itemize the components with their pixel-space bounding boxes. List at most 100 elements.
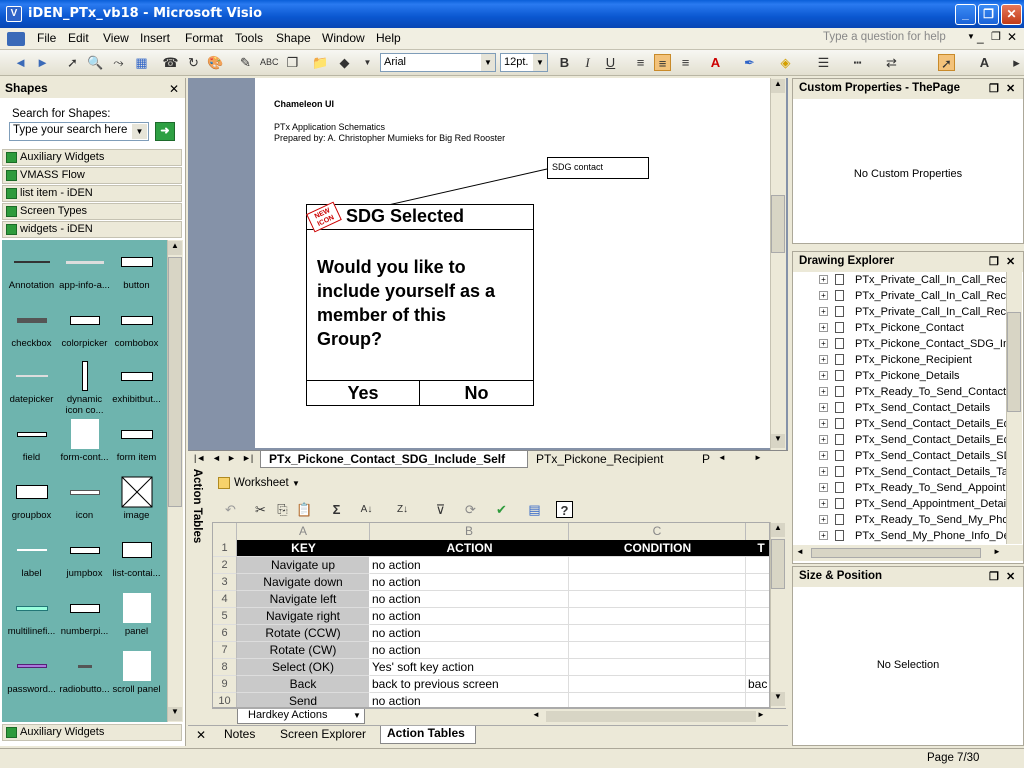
cut-icon[interactable]: ✂ (252, 501, 269, 518)
explorer-item[interactable]: + PTx_Ready_To_Send_My_Phor (793, 512, 1007, 528)
expand-icon[interactable]: + (819, 403, 828, 412)
row-number[interactable]: 3 (213, 574, 237, 591)
target-cell[interactable] (746, 659, 769, 676)
visio-app-icon[interactable]: V (6, 6, 22, 22)
stencil-icon[interactable]: 📁 (312, 54, 329, 71)
stencil-auxiliary-widgets-bottom[interactable]: Auxiliary Widgets (2, 724, 182, 741)
expand-icon[interactable]: + (819, 371, 828, 380)
target-cell[interactable] (746, 557, 769, 574)
sheet-hscroll-right-icon[interactable]: ► (757, 710, 765, 719)
col-header-c[interactable]: C (569, 523, 746, 540)
target-cell[interactable] (746, 642, 769, 659)
help-icon[interactable]: ? (556, 501, 573, 518)
align-right-icon[interactable]: ≡ (677, 54, 694, 71)
font-select[interactable]: Arial ▼ (380, 53, 496, 72)
target-cell[interactable] (746, 591, 769, 608)
key-cell[interactable]: Rotate (CCW) (237, 625, 370, 642)
shape-datepicker[interactable]: datepicker (4, 358, 59, 405)
text-tool-icon[interactable]: ▦ (133, 54, 150, 71)
shape-annotation[interactable]: Annotation (4, 244, 59, 291)
expand-icon[interactable]: + (819, 467, 828, 476)
sort-desc-icon[interactable]: Z↓ (394, 501, 411, 518)
menu-format[interactable]: Format (185, 31, 223, 45)
custom-close-icon[interactable]: ✕ (1006, 82, 1015, 95)
shape-list-container[interactable]: list-contai... (109, 532, 164, 579)
shape-password[interactable]: password... (4, 648, 59, 695)
action-cell[interactable]: no action (370, 642, 569, 659)
doc-close-icon[interactable]: ✕ (1007, 30, 1017, 44)
custom-restore-icon[interactable]: ❐ (989, 82, 999, 95)
worksheet-dropdown-icon[interactable]: ▼ (292, 479, 300, 488)
target-cell[interactable] (746, 608, 769, 625)
shape-groupbox[interactable]: groupbox (4, 474, 59, 521)
field-list-icon[interactable]: ▤ (526, 501, 543, 518)
line-tool-icon[interactable]: ✎ (237, 54, 254, 71)
search-dropdown-icon[interactable]: ▼ (132, 124, 147, 139)
expand-icon[interactable]: + (819, 323, 828, 332)
expand-icon[interactable]: + (819, 499, 828, 508)
row-number[interactable]: 5 (213, 608, 237, 625)
explorer-item[interactable]: + PTx_Pickone_Recipient (793, 352, 1007, 368)
key-cell[interactable]: Back (237, 676, 370, 693)
shape-jumpbox[interactable]: jumpbox (57, 532, 112, 579)
canvas-scroll-up-icon[interactable]: ▲ (771, 79, 785, 93)
yes-softkey[interactable]: Yes (307, 380, 420, 406)
column-header[interactable]: CONDITION (569, 540, 746, 557)
size-dropdown-icon[interactable]: ▼ (533, 54, 547, 71)
action-cell[interactable]: no action (370, 608, 569, 625)
expand-icon[interactable]: + (819, 355, 828, 364)
explorer-item[interactable]: + PTx_Private_Call_In_Call_Rece (793, 272, 1007, 288)
tab-page-next[interactable]: P (702, 452, 710, 466)
stencil-screen-types[interactable]: Screen Types (2, 203, 182, 220)
italic-button[interactable]: I (579, 54, 596, 71)
back-arrow-icon[interactable]: ◄ (12, 54, 29, 71)
sum-icon[interactable]: Σ (328, 501, 345, 518)
condition-cell[interactable] (569, 659, 746, 676)
forward-arrow-icon[interactable]: ► (34, 54, 51, 71)
col-header-d[interactable] (746, 523, 769, 540)
close-button[interactable]: ✕ (1001, 4, 1022, 25)
expand-icon[interactable]: + (819, 435, 828, 444)
menu-help[interactable]: Help (376, 31, 401, 45)
shape-label[interactable]: label (4, 532, 59, 579)
select-pointer-icon[interactable]: ➚ (938, 54, 955, 71)
menu-shape[interactable]: Shape (276, 31, 311, 45)
theme-icon[interactable]: ◆ (336, 54, 353, 71)
tab-page-active[interactable]: PTx_Pickone_Contact_SDG_Include_Self (260, 451, 528, 468)
stencil-vmass-flow[interactable]: VMASS Flow (2, 167, 182, 184)
column-header[interactable]: ACTION (370, 540, 569, 557)
shape-colorpicker[interactable]: colorpicker (57, 302, 112, 349)
action-cell[interactable]: no action (370, 625, 569, 642)
bold-button[interactable]: B (556, 54, 573, 71)
zoom-icon[interactable]: 🔍 (87, 54, 104, 71)
bottom-panel-close-icon[interactable]: ✕ (196, 728, 206, 742)
explorer-item[interactable]: + PTx_Private_Call_In_Call_Rece (793, 304, 1007, 320)
key-cell[interactable]: Rotate (CW) (237, 642, 370, 659)
phone-screen-mockup[interactable]: NEW ICON SDG Selected Would you like to … (306, 201, 534, 406)
restore-button[interactable]: ❐ (978, 4, 999, 25)
col-header-a[interactable]: A (237, 523, 370, 540)
shapes-scroll-down-icon[interactable]: ▼ (168, 707, 182, 721)
fill-color-icon[interactable]: ◈ (777, 54, 794, 71)
stencil-list-item[interactable]: list item - iDEN (2, 185, 182, 202)
align-left-icon[interactable]: ≡ (632, 54, 649, 71)
connector-icon[interactable]: ⤳ (110, 54, 127, 71)
tab-action-tables[interactable]: Action Tables (380, 726, 476, 744)
key-cell[interactable]: Navigate down (237, 574, 370, 591)
layers-icon[interactable]: ❐ (284, 54, 301, 71)
explorer-item[interactable]: + PTx_Send_Contact_Details_Edi (793, 432, 1007, 448)
target-cell[interactable] (746, 625, 769, 642)
condition-cell[interactable] (569, 625, 746, 642)
shape-scroll-panel[interactable]: scroll panel (109, 648, 164, 695)
tabs-scroll-left-icon[interactable]: ◄ (718, 453, 726, 462)
line-weight-icon[interactable]: ☰ (815, 54, 832, 71)
doc-minimize-icon[interactable]: _ (977, 30, 984, 44)
text-icon[interactable]: A (976, 54, 993, 71)
row-number[interactable]: 8 (213, 659, 237, 676)
line-pattern-icon[interactable]: ┅ (849, 54, 866, 71)
tab-notes[interactable]: Notes (224, 727, 255, 741)
sheet-scroll-thumb[interactable] (771, 539, 785, 589)
canvas-scroll-down-icon[interactable]: ▼ (771, 434, 785, 448)
minimize-button[interactable]: _ (955, 4, 976, 25)
menu-file[interactable]: File (37, 31, 56, 45)
